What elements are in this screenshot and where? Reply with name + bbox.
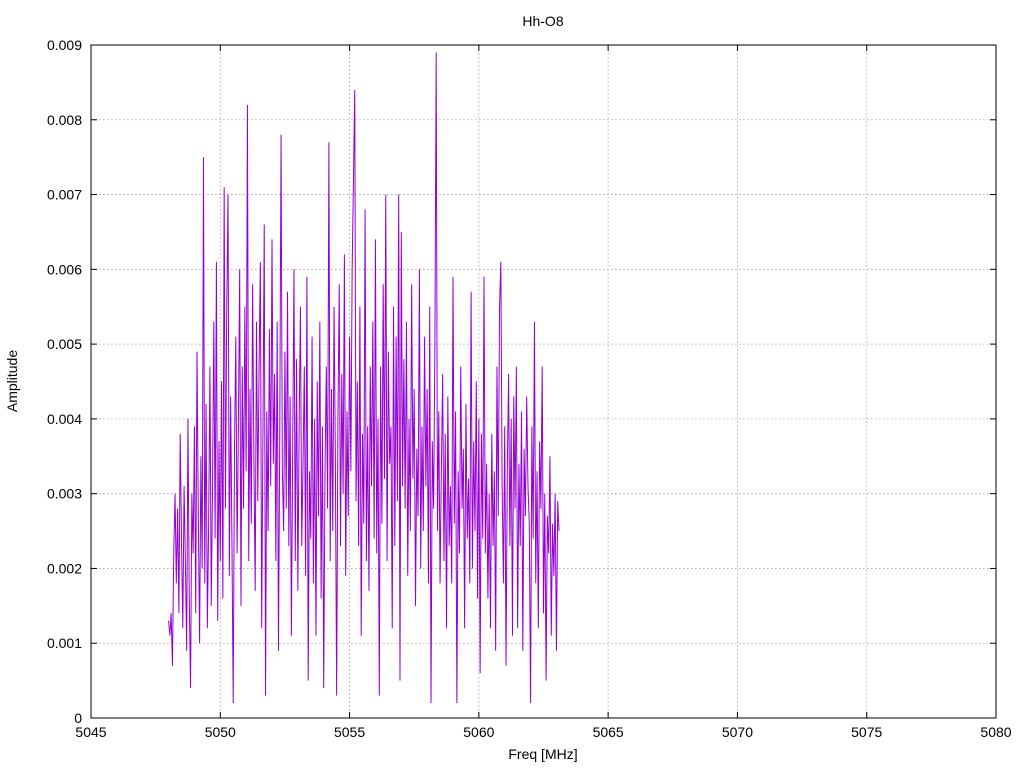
y-tick-label: 0.001	[47, 635, 82, 651]
y-axis-label: Amplitude	[4, 350, 20, 412]
y-tick-label: 0.007	[47, 187, 82, 203]
y-tick-label: 0.009	[47, 37, 82, 53]
y-tick-label: 0.002	[47, 560, 82, 576]
x-tick-label: 5055	[334, 724, 365, 740]
x-tick-label: 5050	[205, 724, 236, 740]
x-tick-label: 5065	[593, 724, 624, 740]
x-tick-label: 5075	[851, 724, 882, 740]
x-tick-label: 5060	[463, 724, 494, 740]
y-tick-label: 0.003	[47, 486, 82, 502]
x-tick-label: 5080	[980, 724, 1011, 740]
y-tick-label: 0.008	[47, 112, 82, 128]
y-tick-label: 0.005	[47, 336, 82, 352]
x-tick-label: 5045	[75, 724, 106, 740]
chart-title: Hh-O8	[522, 13, 563, 29]
y-tick-label: 0.004	[47, 411, 82, 427]
x-tick-label: 5070	[722, 724, 753, 740]
chart: 5045 5050 5055 5060 5065 5070 5075 5080 0 0.001 0…	[0, 0, 1024, 768]
y-tick-label: 0	[74, 710, 82, 726]
y-tick-label: 0.006	[47, 261, 82, 277]
chart-background	[0, 0, 1024, 768]
x-axis-label: Freq [MHz]	[508, 746, 577, 762]
